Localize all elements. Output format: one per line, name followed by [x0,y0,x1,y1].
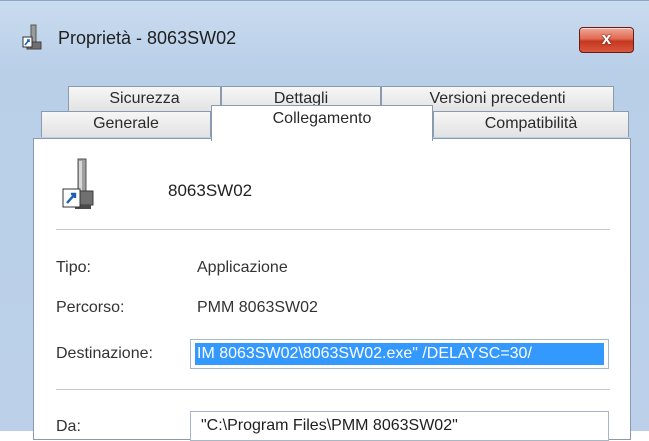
tab-collegamento[interactable]: Collegamento [211,105,433,141]
title-bar[interactable]: Proprietà - 8063SW02 x [0,1,649,53]
shortcut-icon [62,158,94,209]
da-value: "C:\Program Files\PMM 8063SW02" [201,417,458,434]
tab-panel-collegamento [33,138,631,440]
close-icon: x [601,29,612,48]
percorso-label: Percorso: [56,299,125,316]
destinazione-field[interactable]: IM 8063SW02\8063SW02.exe" /DELAYSC=30/ [190,339,609,369]
tipo-value: Applicazione [197,259,288,276]
destinazione-label: Destinazione: [56,345,153,362]
percorso-value: PMM 8063SW02 [197,299,318,316]
tab-compatibilita[interactable]: Compatibilità [433,111,629,137]
window-title: Proprietà - 8063SW02 [58,28,237,48]
close-button[interactable]: x [579,27,634,53]
destinazione-value: IM 8063SW02\8063SW02.exe" /DELAYSC=30/ [195,343,604,365]
tab-generale[interactable]: Generale [41,111,211,137]
shortcut-name: 8063SW02 [168,181,253,200]
tipo-label: Tipo: [56,259,91,276]
separator-top [56,229,610,230]
da-field[interactable]: "C:\Program Files\PMM 8063SW02" [190,411,609,441]
properties-window: Proprietà - 8063SW02 x Sicurezza Dettagl… [0,0,649,441]
separator-bottom [56,389,610,390]
tab-sicurezza[interactable]: Sicurezza [68,86,221,112]
app-icon [22,24,42,50]
da-label: Da: [56,418,81,435]
